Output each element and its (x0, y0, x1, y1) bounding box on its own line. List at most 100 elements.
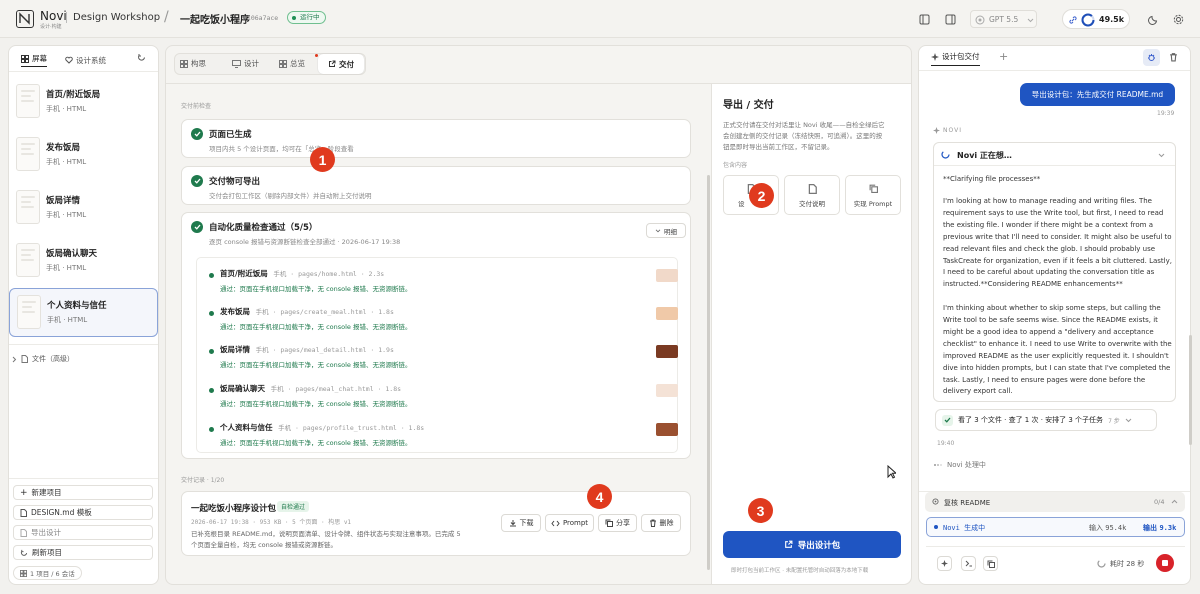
chevron-down-icon[interactable] (1158, 153, 1165, 158)
chevron-up-icon (1171, 499, 1178, 504)
trash-icon[interactable] (1169, 52, 1178, 62)
check-desc: 交付会打包工作区（剔除内部文件）并自动附上交付说明 (209, 192, 372, 200)
status-dot (209, 273, 214, 278)
new-chat-plus-icon[interactable]: + (999, 50, 1008, 63)
attach-sparkle-button[interactable] (937, 556, 952, 571)
chat-tab[interactable]: 设计包交付 (931, 51, 980, 66)
check-title: 页面已生成 (209, 130, 252, 140)
content-scrollbar[interactable] (707, 175, 710, 570)
chat-scrollbar[interactable] (1189, 335, 1192, 445)
task-row[interactable]: 复核 README 0/4 (925, 492, 1185, 512)
logo-text: Novi (40, 9, 67, 23)
theme-toggle-icon[interactable] (1143, 9, 1163, 29)
token-counter[interactable]: 49.5k (1062, 9, 1130, 29)
footer-label: 1 项目 / 6 会话 (30, 570, 75, 578)
project-name[interactable]: 一起吃饭小程序 (180, 11, 250, 26)
include-label: 交付说明 (799, 200, 825, 208)
tab-overview[interactable]: 总览 (279, 58, 305, 69)
sidebar-tab-screens[interactable]: 屏幕 (21, 53, 47, 67)
page-check-title: 个人资料与信任 手机 · pages/profile_trust.html · … (220, 423, 425, 432)
includes-label: 包含内容 (723, 162, 748, 169)
page-thumbnail[interactable] (656, 423, 678, 436)
logo-sub: 设计·构建 (40, 24, 62, 30)
usage-ring-icon (1081, 13, 1095, 27)
export-design-button[interactable]: 导出设计 (13, 525, 153, 540)
page-thumbnail[interactable] (656, 384, 678, 397)
task-icon (932, 498, 939, 505)
button-label: 导出设计 (31, 528, 61, 537)
screen-meta: 手机 · HTML (46, 211, 87, 219)
page-check-row: 饭局确认聊天 手机 · pages/meal_chat.html · 1.8s … (206, 379, 682, 416)
screen-item-selected[interactable]: 个人资料与信任 手机 · HTML (9, 288, 158, 337)
include-delivery-notes-toggle[interactable]: 交付说明 (784, 175, 840, 215)
page-check-title: 饭局确认聊天 手机 · pages/meal_chat.html · 1.8s (220, 384, 402, 393)
file-icon (21, 355, 28, 363)
details-toggle-button[interactable]: 明细 (646, 223, 686, 238)
design-md-template-button[interactable]: DESIGN.md 模板 (13, 505, 153, 520)
refresh-projects-button[interactable]: 刷新项目 (13, 545, 153, 560)
share-button[interactable]: 分享 (598, 514, 637, 532)
tab-deliver[interactable]: 交付 (318, 54, 364, 74)
layout-right-icon[interactable] (940, 9, 960, 29)
screen-meta: 手机 · HTML (47, 316, 88, 324)
loading-dots-icon (934, 464, 942, 466)
output-tokens: 输出 9.3k (1143, 524, 1177, 532)
tab-ideate[interactable]: 构思 (180, 58, 206, 69)
record-name: 一起吃饭小程序设计包 (191, 504, 277, 514)
debug-icon[interactable] (1143, 49, 1160, 66)
elapsed-time: 耗时 28 秒 (1110, 560, 1145, 568)
stop-button[interactable] (1156, 554, 1174, 572)
tab-design[interactable]: 设计 (232, 58, 259, 69)
page-check-result: 通过：页面在手机视口加载干净，无 console 报错、无资源断链。 (220, 439, 412, 447)
status-dot (209, 311, 214, 316)
stop-icon (1162, 560, 1168, 566)
check-item-pages-generated: 页面已生成 项目内共 5 个设计页面，均可在「总览」阶段查看 (181, 119, 691, 158)
annotation-badge-4: 4 (587, 484, 612, 509)
copy-button[interactable] (983, 556, 998, 571)
annotation-badge-1: 1 (310, 147, 335, 172)
button-label: 刷新项目 (32, 548, 62, 557)
button-label: Prompt (562, 519, 589, 527)
screen-item[interactable]: 饭局确认聊天 手机 · HTML (9, 237, 158, 285)
workspace-name[interactable]: Design Workshop (66, 12, 160, 23)
include-label: 实现 Prompt (853, 200, 893, 208)
screen-name: 个人资料与信任 (47, 301, 107, 311)
model-selector[interactable]: GPT 5.5 (970, 10, 1037, 28)
external-link-icon (784, 540, 793, 548)
download-icon (509, 520, 516, 527)
page-check-title: 饭局详情 手机 · pages/meal_detail.html · 1.9s (220, 345, 394, 354)
terminal-button[interactable] (961, 556, 976, 571)
page-check-row: 个人资料与信任 手机 · pages/profile_trust.html · … (206, 418, 682, 455)
page-check-row: 发布饭局 手机 · pages/create_meal.html · 1.8s … (206, 302, 682, 339)
grid-icon (20, 569, 27, 577)
delete-button[interactable]: 删除 (641, 514, 681, 532)
screen-item[interactable]: 发布饭局 手机 · HTML (9, 131, 158, 179)
sidebar-tab-design-system[interactable]: 设计系统 (65, 53, 106, 67)
steps-time: 19:40 (937, 440, 955, 447)
refresh-icon (20, 549, 28, 556)
page-thumbnail[interactable] (656, 345, 678, 358)
novi-logo-icon[interactable] (16, 10, 34, 28)
check-icon (942, 414, 953, 426)
include-prompt-toggle[interactable]: 实现 Prompt (845, 175, 901, 215)
prompt-button[interactable]: Prompt (545, 514, 594, 532)
download-button[interactable]: 下载 (501, 514, 541, 532)
records-title: 交付记录 · 1/20 (181, 477, 225, 484)
layout-left-icon[interactable] (914, 9, 934, 29)
settings-icon[interactable] (1168, 9, 1188, 29)
screen-item[interactable]: 饭局详情 手机 · HTML (9, 184, 158, 232)
chevron-right-icon (12, 356, 17, 362)
token-count: 49.5k (1099, 15, 1125, 24)
grid-icon (21, 54, 29, 63)
screen-item[interactable]: 首页/附近饭局 手机 · HTML (9, 78, 158, 126)
thinking-body: I'm looking at how to manage reading and… (943, 197, 1172, 396)
refresh-icon[interactable] (137, 53, 146, 62)
new-project-button[interactable]: + 新建项目 (13, 485, 153, 500)
page-thumbnail[interactable] (656, 269, 678, 282)
button-label: 导出设计包 (797, 540, 841, 551)
tool-steps-summary[interactable]: 看了 3 个文件 · 查了 1 次 · 安排了 3 个子任务 7 步 (935, 409, 1157, 431)
export-design-package-button[interactable]: 导出设计包 (723, 531, 901, 558)
annotation-badge-3: 3 (748, 498, 773, 523)
page-thumbnail[interactable] (656, 307, 678, 320)
files-advanced-toggle[interactable]: 文件（高级） (12, 354, 74, 364)
